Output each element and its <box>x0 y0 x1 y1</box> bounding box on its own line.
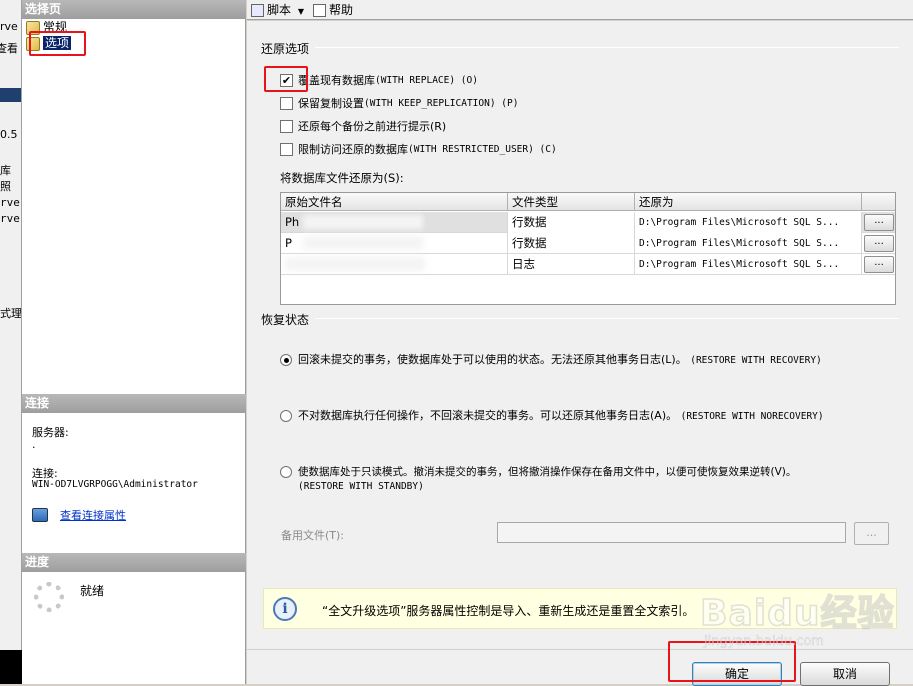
script-label: 脚本 <box>267 3 292 17</box>
cell-restore-as[interactable]: D:\Program Files\Microsoft SQL S... <box>635 233 862 254</box>
bg-fragment: rver <box>0 196 21 209</box>
bg-taskbar-fragment <box>0 650 22 684</box>
info-banner: i “全文升级选项”服务器属性控制是导入、重新生成还是重置全文索引。 <box>263 588 897 629</box>
bg-bar <box>0 88 21 102</box>
file-table-label: 将数据库文件还原为(S): <box>280 171 404 185</box>
bg-fragment: 库 <box>0 164 11 177</box>
page-item-options[interactable]: 选项 <box>26 35 72 51</box>
page-item-general[interactable]: 常规 <box>26 19 67 35</box>
checkbox-box[interactable] <box>280 142 293 156</box>
help-icon <box>313 4 326 17</box>
server-value: . <box>32 438 36 451</box>
options-page: 还原选项 ✔ 覆盖现有数据库 (WITH REPLACE) (O) 保留复制设置… <box>247 21 913 649</box>
radio-label: 使数据库处于只读模式。撤消未提交的事务，但将撤消操作保存在备用文件中，以便可使恢… <box>298 466 797 478</box>
norecovery-radio[interactable]: 不对数据库执行任何操作，不回滚未提交的事务。可以还原其他事务日志(A)。 (RE… <box>280 409 824 424</box>
checkbox-label: 覆盖现有数据库 <box>298 74 375 87</box>
script-button[interactable]: 脚本 ▼ <box>251 2 304 18</box>
column-header-restore-as[interactable]: 还原为 <box>635 193 862 211</box>
background-window-strip: rve 查看 0.5 库 照 rver rver 式理 <box>0 0 22 684</box>
table-row[interactable]: P 行数据 D:\Program Files\Microsoft SQL S..… <box>281 233 895 254</box>
overwrite-checkbox[interactable]: ✔ 覆盖现有数据库 (WITH REPLACE) (O) <box>280 72 478 88</box>
checkbox-box[interactable] <box>280 119 293 133</box>
server-label: 服务器: <box>32 426 69 439</box>
cell-restore-as[interactable]: D:\Program Files\Microsoft SQL S... <box>635 212 862 233</box>
prompt-before-restore-checkbox[interactable]: 还原每个备份之前进行提示(R) <box>280 118 446 134</box>
progress-header: 进度 <box>22 553 246 572</box>
script-icon <box>251 4 264 17</box>
redacted-area <box>285 257 425 271</box>
radio-label-eng: (RESTORE WITH STANDBY) <box>298 481 424 492</box>
chevron-down-icon: ▼ <box>297 7 304 16</box>
ok-button[interactable]: 确定 <box>692 662 782 686</box>
checkbox-box[interactable]: ✔ <box>280 73 293 87</box>
standby-file-input[interactable] <box>497 522 846 543</box>
checkbox-label: 限制访问还原的数据库 <box>298 143 408 156</box>
page-icon <box>26 36 40 51</box>
dialog-footer: 确定 取消 <box>247 649 913 686</box>
redacted-area <box>303 236 423 250</box>
toolbar: 脚本 ▼ 帮助 <box>247 0 913 20</box>
help-label: 帮助 <box>329 3 354 17</box>
properties-icon <box>32 508 48 522</box>
connection-header: 连接 <box>22 394 246 413</box>
help-button[interactable]: 帮助 <box>313 2 353 18</box>
checkbox-box[interactable] <box>280 96 293 110</box>
info-text: “全文升级选项”服务器属性控制是导入、重新生成还是重置全文索引。 <box>322 604 695 618</box>
checkbox-label-eng: (WITH REPLACE) (O) <box>375 74 478 86</box>
bg-fragment: 查看 <box>0 42 18 55</box>
cancel-button[interactable]: 取消 <box>800 662 890 686</box>
cell-type: 日志 <box>508 254 635 275</box>
divider <box>315 47 899 48</box>
radio-label-eng: (RESTORE WITH NORECOVERY) <box>680 411 824 422</box>
browse-button[interactable]: ... <box>864 235 894 252</box>
checkbox-label: 还原每个备份之前进行提示(R) <box>298 120 447 133</box>
column-header-type[interactable]: 文件类型 <box>508 193 635 211</box>
select-page-header: 选择页 <box>22 0 246 19</box>
redacted-area <box>303 215 423 229</box>
bg-fragment: 0.5 <box>0 128 18 141</box>
bg-fragment: rver <box>0 212 21 225</box>
radio-label: 回滚未提交的事务，使数据库处于可以使用的状态。无法还原其他事务日志(L)。 <box>298 353 687 366</box>
page-item-label: 选项 <box>43 36 72 50</box>
standby-radio[interactable]: 使数据库处于只读模式。撤消未提交的事务，但将撤消操作保存在备用文件中，以便可使恢… <box>280 465 796 494</box>
info-icon: i <box>273 597 297 621</box>
restore-options-title: 还原选项 <box>261 42 310 56</box>
radio-label: 不对数据库执行任何操作，不回滚未提交的事务。可以还原其他事务日志(A)。 <box>298 409 678 422</box>
cell-type: 行数据 <box>508 233 635 254</box>
view-connection-properties-link[interactable]: 查看连接属性 <box>60 507 126 523</box>
column-header-browse <box>862 193 895 211</box>
recovery-state-title: 恢复状态 <box>261 313 310 327</box>
radio-dot[interactable] <box>280 466 292 478</box>
cell-type: 行数据 <box>508 212 635 233</box>
radio-dot[interactable] <box>280 410 292 422</box>
page-icon <box>26 20 40 35</box>
radio-dot[interactable] <box>280 354 292 366</box>
page-item-label: 常规 <box>43 20 68 34</box>
progress-status: 就绪 <box>80 584 105 598</box>
progress-spinner-icon <box>34 582 64 612</box>
divider <box>315 318 899 319</box>
cell-restore-as[interactable]: D:\Program Files\Microsoft SQL S... <box>635 254 862 275</box>
left-pane: 选择页 常规 选项 连接 服务器: . 连接: WIN-OD7LVGRPOGG\… <box>22 0 246 684</box>
checkbox-label: 保留复制设置 <box>298 97 364 110</box>
table-row[interactable]: 日志 D:\Program Files\Microsoft SQL S... .… <box>281 254 895 275</box>
standby-file-label: 备用文件(T): <box>281 529 345 542</box>
table-row[interactable]: Ph 行数据 D:\Program Files\Microsoft SQL S.… <box>281 212 895 233</box>
checkbox-label-eng: (WITH KEEP_REPLICATION) (P) <box>364 97 519 109</box>
file-table: 原始文件名 文件类型 还原为 Ph 行数据 D:\Program Files\M… <box>280 192 896 305</box>
restricted-user-checkbox[interactable]: 限制访问还原的数据库 (WITH RESTRICTED_USER) (C) <box>280 141 557 157</box>
radio-label-eng: (RESTORE WITH RECOVERY) <box>690 355 822 366</box>
column-header-original[interactable]: 原始文件名 <box>281 193 508 211</box>
browse-button[interactable]: ... <box>864 214 894 231</box>
connection-value: WIN-OD7LVGRPOGG\Administrator <box>32 479 198 490</box>
recovery-radio[interactable]: 回滚未提交的事务，使数据库处于可以使用的状态。无法还原其他事务日志(L)。 (R… <box>280 353 822 368</box>
bg-fragment: 照 <box>0 180 11 193</box>
bg-fragment: rve <box>0 20 18 33</box>
checkbox-label-eng: (WITH RESTRICTED_USER) (C) <box>408 143 557 155</box>
browse-button[interactable]: ... <box>864 256 894 273</box>
bg-fragment: 式理 <box>0 307 22 320</box>
standby-browse-button[interactable]: ... <box>854 522 889 545</box>
view-connection-properties[interactable]: 查看连接属性 <box>32 507 126 523</box>
keep-replication-checkbox[interactable]: 保留复制设置 (WITH KEEP_REPLICATION) (P) <box>280 95 518 111</box>
